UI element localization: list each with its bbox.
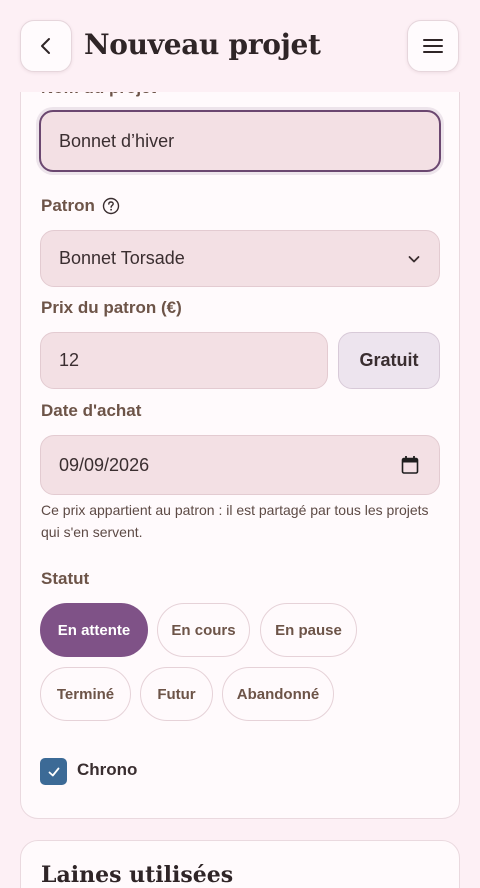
menu-button[interactable]: [407, 20, 459, 72]
pattern-select-value: Bonnet Torsade: [59, 248, 185, 268]
status-chip-termine[interactable]: Terminé: [40, 667, 131, 721]
checkmark-icon: [48, 767, 59, 776]
chrono-label[interactable]: Chrono: [77, 760, 137, 780]
free-pattern-button[interactable]: Gratuit: [338, 332, 440, 389]
status-label: Statut: [41, 569, 90, 588]
purchase-date-label: Date d'achat: [41, 401, 142, 420]
chevron-down-icon: [408, 256, 420, 263]
app-header: Nouveau projet: [0, 0, 480, 92]
yarns-section-title: Laines utilisées: [41, 862, 234, 888]
project-name-input[interactable]: Bonnet d’hiver: [39, 110, 441, 172]
page-title: Nouveau projet: [84, 28, 321, 61]
pattern-price-label: Prix du patron (€): [41, 298, 182, 317]
calendar-icon[interactable]: [401, 455, 419, 475]
status-chip-en-cours[interactable]: En cours: [157, 603, 250, 657]
pattern-price-value: 12: [59, 350, 80, 370]
chrono-checkbox[interactable]: [40, 758, 67, 785]
status-chip-futur[interactable]: Futur: [140, 667, 213, 721]
help-circle-icon[interactable]: [102, 197, 120, 215]
purchase-date-value: 09/09/2026: [59, 454, 150, 475]
pattern-price-input[interactable]: 12: [40, 332, 328, 389]
project-name-value: Bonnet d’hiver: [59, 130, 175, 151]
back-button[interactable]: [20, 20, 72, 72]
hamburger-menu-icon: [423, 39, 443, 53]
status-chip-en-attente[interactable]: En attente: [40, 603, 148, 657]
purchase-date-input[interactable]: 09/09/2026: [40, 435, 440, 495]
chevron-left-icon: [41, 38, 50, 54]
status-chip-en-pause[interactable]: En pause: [260, 603, 357, 657]
pattern-price-hint: Ce prix appartient au patron : il est pa…: [41, 502, 429, 540]
status-chip-abandonne[interactable]: Abandonné: [222, 667, 334, 721]
pattern-select[interactable]: Bonnet Torsade: [40, 230, 440, 287]
pattern-label: Patron: [41, 196, 95, 215]
